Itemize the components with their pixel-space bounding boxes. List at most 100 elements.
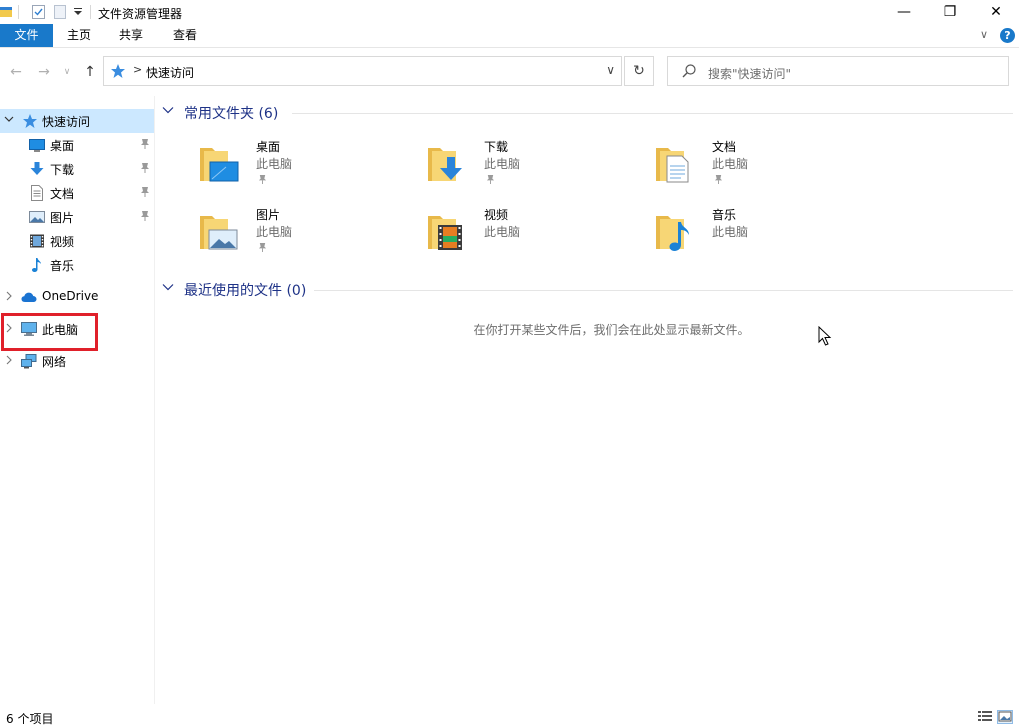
sidebar-item-label: 快速访问 — [42, 115, 91, 129]
customize-toolbar-icon[interactable] — [73, 6, 83, 22]
picture-icon — [29, 209, 45, 225]
download-icon — [29, 161, 45, 177]
sidebar-item-desktop[interactable]: 桌面 — [0, 133, 154, 157]
music-folder-icon — [654, 210, 698, 254]
search-input[interactable]: 搜索"快速访问" — [667, 56, 1009, 86]
music-icon — [29, 257, 45, 273]
chevron-down-icon[interactable] — [4, 114, 14, 127]
pin-icon — [258, 242, 267, 256]
downloads-folder-icon — [426, 142, 470, 186]
sidebar-item-music[interactable]: 音乐 — [0, 253, 154, 277]
document-icon — [29, 185, 45, 201]
sidebar-item-downloads[interactable]: 下载 — [0, 157, 154, 181]
folder-tile-desktop[interactable]: 桌面 此电脑 — [198, 138, 398, 194]
title-bar: 文件资源管理器 — ❐ ✕ — [0, 0, 1019, 24]
restore-button[interactable]: ❐ — [927, 0, 973, 24]
chevron-right-icon[interactable] — [4, 355, 14, 368]
pin-icon — [486, 174, 495, 188]
folder-tile-videos[interactable]: 视频 此电脑 — [426, 206, 626, 262]
address-row: ← → ∨ ↑ > 快速访问 ∨ ↻ 搜索"快速访问" — [0, 48, 1019, 96]
video-icon — [29, 233, 45, 249]
sidebar-item-quick-access[interactable]: 快速访问 — [0, 109, 154, 133]
star-icon — [110, 63, 126, 82]
sidebar-item-label: 网络 — [42, 355, 67, 369]
ribbon-tabs: 文件 主页 共享 查看 ∨ ? — [0, 24, 1019, 48]
refresh-button[interactable]: ↻ — [624, 56, 654, 86]
pin-icon[interactable] — [140, 186, 150, 201]
details-view-icon[interactable] — [977, 710, 993, 724]
sidebar-item-label: 图片 — [50, 211, 75, 225]
address-bar[interactable]: > 快速访问 ∨ — [103, 56, 622, 86]
folder-name: 视频 — [484, 208, 509, 222]
folder-name: 音乐 — [712, 208, 737, 222]
sidebar-item-network[interactable]: 网络 — [0, 349, 154, 373]
folder-location: 此电脑 — [712, 225, 749, 239]
sidebar-item-label: OneDrive — [42, 289, 99, 303]
window-title: 文件资源管理器 — [98, 7, 183, 21]
content-pane: 常用文件夹 (6) 桌面 此电脑 下载 此电脑 文档 此电脑 图片 此电脑 视频… — [156, 96, 1019, 704]
minimize-button[interactable]: — — [881, 0, 927, 24]
section-divider — [292, 113, 1013, 114]
recent-files-header[interactable]: 最近使用的文件 (0) — [162, 279, 1013, 301]
folder-location: 此电脑 — [484, 225, 521, 239]
chevron-down-icon[interactable] — [162, 282, 174, 295]
folder-name: 文档 — [712, 140, 737, 154]
network-icon — [21, 353, 37, 369]
sidebar-item-videos[interactable]: 视频 — [0, 229, 154, 253]
new-folder-icon[interactable] — [54, 4, 66, 20]
sidebar-item-pictures[interactable]: 图片 — [0, 205, 154, 229]
folder-location: 此电脑 — [484, 157, 521, 171]
section-divider — [314, 290, 1013, 291]
star-icon — [22, 113, 38, 129]
search-placeholder: 搜索"快速访问" — [708, 67, 792, 81]
chevron-right-icon[interactable] — [4, 291, 14, 304]
folder-location: 此电脑 — [256, 157, 293, 171]
mouse-cursor-icon — [818, 325, 832, 349]
restore-icon: ❐ — [943, 4, 957, 20]
pictures-folder-icon — [198, 210, 242, 254]
status-bar: 6 个项目 — [0, 704, 1019, 728]
pin-icon[interactable] — [140, 138, 150, 153]
sidebar-item-onedrive[interactable]: OneDrive — [0, 285, 154, 309]
item-count: 6 个项目 — [6, 712, 54, 726]
highlight-box — [1, 313, 98, 351]
cloud-icon — [21, 289, 37, 305]
back-icon[interactable]: ← — [6, 62, 26, 82]
large-icons-view-icon[interactable] — [997, 710, 1013, 724]
quick-access-separator — [18, 5, 19, 19]
tab-home[interactable]: 主页 — [57, 24, 101, 47]
folder-tile-music[interactable]: 音乐 此电脑 — [654, 206, 854, 262]
chevron-down-icon[interactable] — [162, 105, 174, 118]
folder-tile-downloads[interactable]: 下载 此电脑 — [426, 138, 626, 194]
properties-icon[interactable] — [32, 4, 45, 20]
folder-name: 桌面 — [256, 140, 281, 154]
sidebar-item-label: 下载 — [50, 163, 75, 177]
sidebar-item-label: 文档 — [50, 187, 75, 201]
folder-tile-documents[interactable]: 文档 此电脑 — [654, 138, 854, 194]
folder-app-icon — [0, 4, 12, 20]
section-title: 常用文件夹 (6) — [184, 106, 279, 122]
help-icon[interactable]: ? — [1000, 28, 1015, 43]
tab-file[interactable]: 文件 — [0, 24, 53, 47]
tab-share[interactable]: 共享 — [109, 24, 153, 47]
breadcrumb-separator[interactable]: > — [133, 63, 142, 76]
folder-name: 下载 — [484, 140, 509, 154]
expand-ribbon-icon[interactable]: ∨ — [980, 28, 988, 41]
forward-icon[interactable]: → — [34, 62, 54, 82]
recent-locations-icon[interactable]: ∨ — [60, 62, 74, 82]
folder-name: 图片 — [256, 208, 281, 222]
pin-icon[interactable] — [140, 162, 150, 177]
pin-icon[interactable] — [140, 210, 150, 225]
up-icon[interactable]: ↑ — [80, 62, 100, 82]
frequent-folders-header[interactable]: 常用文件夹 (6) — [162, 102, 1013, 124]
minimize-icon: — — [897, 4, 911, 20]
folder-tile-pictures[interactable]: 图片 此电脑 — [198, 206, 398, 262]
close-button[interactable]: ✕ — [973, 0, 1019, 24]
tab-view[interactable]: 查看 — [163, 24, 207, 47]
sidebar-item-documents[interactable]: 文档 — [0, 181, 154, 205]
breadcrumb-quick-access[interactable]: 快速访问 — [146, 64, 194, 81]
chevron-down-icon[interactable]: ∨ — [606, 63, 615, 77]
pin-icon — [714, 174, 723, 188]
recent-empty-message: 在你打开某些文件后，我们会在此处显示最新文件。 — [473, 323, 750, 337]
sidebar-item-label: 桌面 — [50, 139, 75, 153]
